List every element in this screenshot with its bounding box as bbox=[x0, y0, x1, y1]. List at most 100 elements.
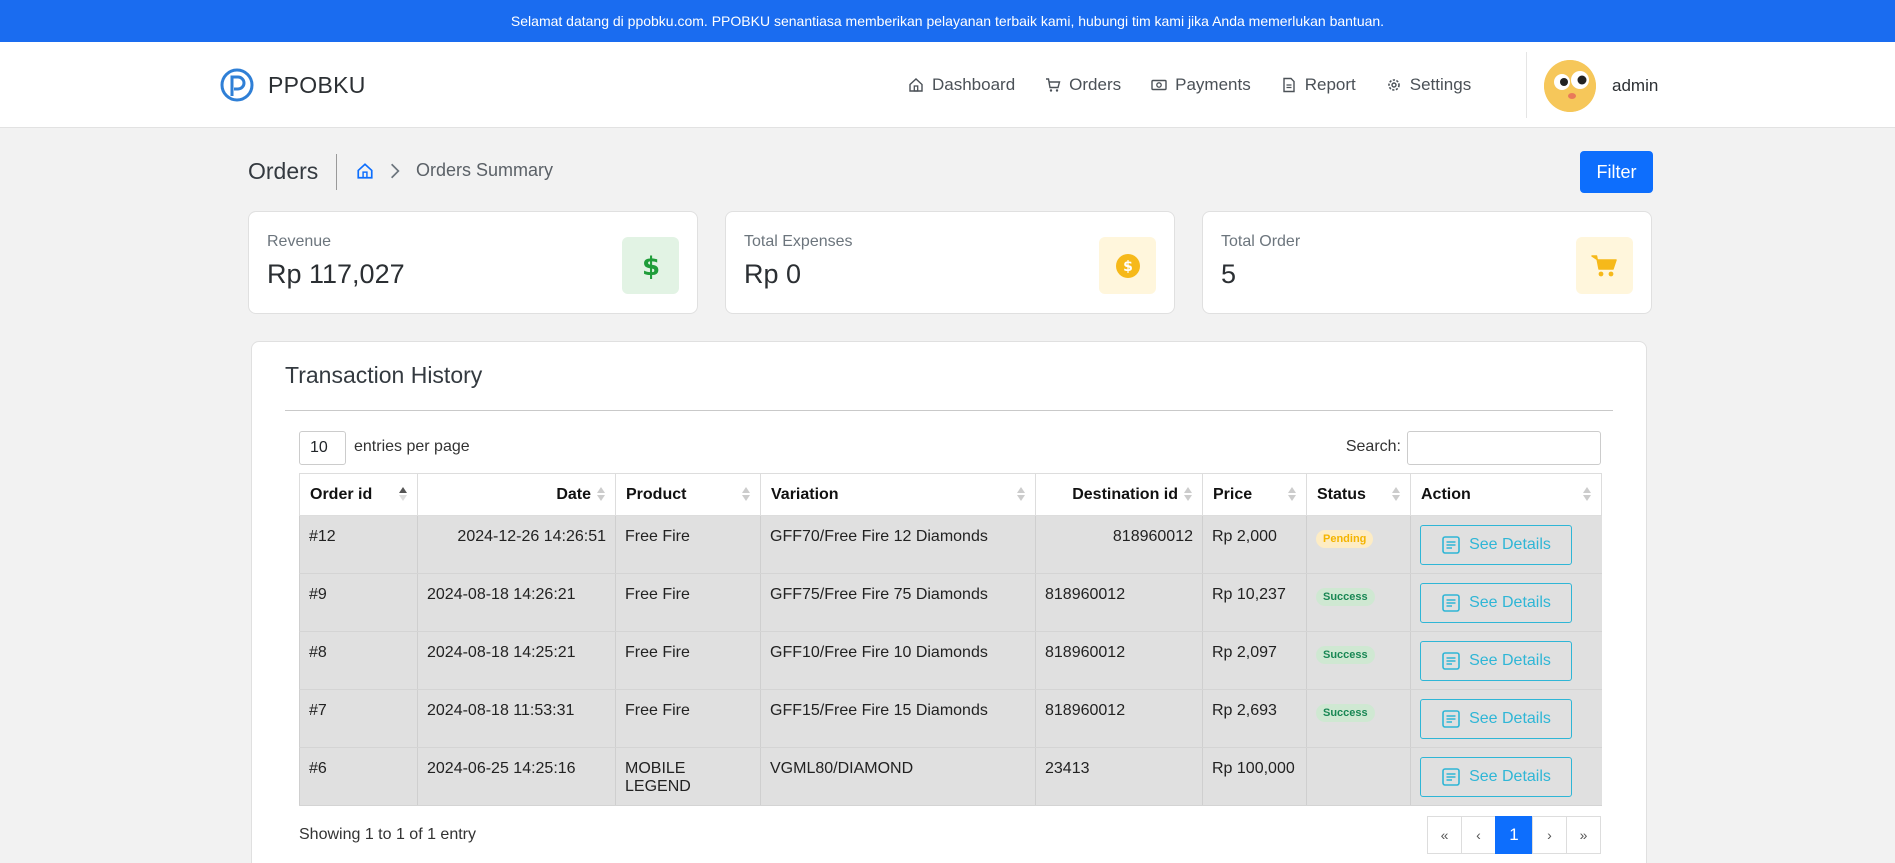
search-input[interactable] bbox=[1407, 431, 1601, 465]
col-action[interactable]: Action bbox=[1410, 473, 1602, 516]
cell-price: Rp 2,000 bbox=[1202, 515, 1307, 574]
navbar: PPOBKU Dashboard Orders Payments Report … bbox=[0, 42, 1895, 128]
cell-date: 2024-08-18 14:26:21 bbox=[417, 573, 616, 632]
status-badge: Pending bbox=[1316, 530, 1374, 548]
cell-product: Free Fire bbox=[615, 573, 761, 632]
cell-order-id: #7 bbox=[299, 689, 418, 748]
svg-text:$: $ bbox=[1123, 259, 1133, 275]
col-status[interactable]: Status bbox=[1306, 473, 1411, 516]
stat-card-expenses: Total Expenses Rp 0 $ bbox=[725, 211, 1175, 314]
cell-date: 2024-12-26 14:26:51 bbox=[417, 515, 616, 574]
cash-icon bbox=[1151, 79, 1167, 91]
nav-payments[interactable]: Payments bbox=[1151, 75, 1251, 95]
stat-value: Rp 0 bbox=[744, 259, 802, 289]
cell-order-id: #9 bbox=[299, 573, 418, 632]
stat-label: Total Expenses bbox=[744, 233, 853, 250]
see-details-button[interactable]: See Details bbox=[1420, 583, 1572, 623]
table-header-row: Order id Date Product Variation Destinat… bbox=[299, 473, 1602, 516]
nav-settings-label: Settings bbox=[1409, 75, 1472, 94]
transactions-table: Order id Date Product Variation Destinat… bbox=[299, 473, 1602, 806]
cell-date: 2024-08-18 11:53:31 bbox=[417, 689, 616, 748]
see-details-button[interactable]: See Details bbox=[1420, 757, 1572, 797]
see-details-button[interactable]: See Details bbox=[1420, 641, 1572, 681]
see-details-button[interactable]: See Details bbox=[1420, 699, 1572, 739]
transaction-history-card: Transaction History 10 entries per page … bbox=[251, 341, 1647, 863]
user-menu[interactable]: admin bbox=[1544, 60, 1658, 112]
col-price[interactable]: Price bbox=[1202, 473, 1307, 516]
cell-product: Free Fire bbox=[615, 689, 761, 748]
cell-action: See Details bbox=[1410, 573, 1602, 632]
page-last-button[interactable]: » bbox=[1566, 816, 1601, 854]
sort-icon bbox=[1288, 487, 1296, 501]
col-product[interactable]: Product bbox=[615, 473, 761, 516]
avatar-face-icon bbox=[1544, 60, 1596, 112]
col-order-id[interactable]: Order id bbox=[299, 473, 418, 516]
details-icon bbox=[1442, 536, 1460, 554]
cell-destination-id: 23413 bbox=[1035, 747, 1203, 806]
see-details-button[interactable]: See Details bbox=[1420, 525, 1572, 565]
stat-value: Rp 117,027 bbox=[267, 259, 405, 289]
entries-per-page-select[interactable]: 10 bbox=[299, 431, 346, 465]
stat-label: Revenue bbox=[267, 233, 332, 250]
nav-dashboard[interactable]: Dashboard bbox=[908, 75, 1015, 95]
showing-entries-text: Showing 1 to 1 of 1 entry bbox=[299, 826, 476, 843]
brand[interactable]: PPOBKU bbox=[220, 66, 366, 104]
cell-action: See Details bbox=[1410, 515, 1602, 574]
cart-icon bbox=[1576, 237, 1633, 294]
nav-orders[interactable]: Orders bbox=[1045, 75, 1121, 95]
details-icon bbox=[1442, 768, 1460, 786]
sort-icon bbox=[1583, 487, 1591, 501]
cell-variation: GFF15/Free Fire 15 Diamonds bbox=[760, 689, 1036, 748]
entries-label: entries per page bbox=[354, 438, 470, 455]
chevron-right-icon bbox=[391, 163, 400, 178]
title-divider bbox=[336, 154, 337, 190]
col-variation[interactable]: Variation bbox=[760, 473, 1036, 516]
table-row: #7 2024-08-18 11:53:31 Free Fire GFF15/F… bbox=[299, 689, 1602, 748]
sort-icon bbox=[1392, 487, 1400, 501]
stat-card-total-order: Total Order 5 bbox=[1202, 211, 1652, 314]
cell-order-id: #12 bbox=[299, 515, 418, 574]
col-date[interactable]: Date bbox=[417, 473, 616, 516]
cell-order-id: #6 bbox=[299, 747, 418, 806]
cell-action: See Details bbox=[1410, 689, 1602, 748]
cell-price: Rp 2,097 bbox=[1202, 631, 1307, 690]
nav-payments-label: Payments bbox=[1175, 75, 1251, 94]
table-controls: 10 entries per page Search: bbox=[299, 430, 1601, 466]
breadcrumb: Orders Summary bbox=[356, 160, 553, 181]
cell-date: 2024-08-18 14:25:21 bbox=[417, 631, 616, 690]
page-header: Orders Orders Summary Filter bbox=[248, 150, 1653, 194]
status-badge: Success bbox=[1316, 646, 1375, 664]
nav-divider bbox=[1526, 52, 1527, 118]
table-row: #9 2024-08-18 14:26:21 Free Fire GFF75/F… bbox=[299, 573, 1602, 632]
dollar-icon: $ bbox=[622, 237, 679, 294]
cell-status bbox=[1306, 747, 1411, 806]
cell-destination-id: 818960012 bbox=[1035, 515, 1203, 574]
page-next-button[interactable]: › bbox=[1532, 816, 1567, 854]
col-destination-id[interactable]: Destination id bbox=[1035, 473, 1203, 516]
cell-action: See Details bbox=[1410, 631, 1602, 690]
details-icon bbox=[1442, 652, 1460, 670]
cell-variation: GFF75/Free Fire 75 Diamonds bbox=[760, 573, 1036, 632]
main-nav: Dashboard Orders Payments Report Setting… bbox=[908, 42, 1471, 128]
details-icon bbox=[1442, 710, 1460, 728]
sort-icon bbox=[597, 487, 605, 501]
sort-asc-icon bbox=[399, 487, 407, 501]
table-row: #6 2024-06-25 14:25:16 MOBILE LEGEND VGM… bbox=[299, 747, 1602, 806]
page-prev-button[interactable]: ‹ bbox=[1461, 816, 1496, 854]
card-title: Transaction History bbox=[285, 362, 483, 388]
cell-order-id: #8 bbox=[299, 631, 418, 690]
cart-icon bbox=[1046, 78, 1061, 92]
gear-icon bbox=[1387, 79, 1400, 91]
home-icon[interactable] bbox=[356, 162, 374, 180]
filter-button[interactable]: Filter bbox=[1580, 151, 1653, 193]
cell-variation: GFF70/Free Fire 12 Diamonds bbox=[760, 515, 1036, 574]
brand-name: PPOBKU bbox=[268, 71, 366, 98]
page-first-button[interactable]: « bbox=[1427, 816, 1462, 854]
status-badge: Success bbox=[1316, 704, 1375, 722]
cell-price: Rp 100,000 bbox=[1202, 747, 1307, 806]
nav-report-label: Report bbox=[1304, 75, 1356, 94]
cell-destination-id: 818960012 bbox=[1035, 631, 1203, 690]
page-1-button[interactable]: 1 bbox=[1495, 816, 1533, 854]
nav-settings[interactable]: Settings bbox=[1386, 75, 1471, 95]
nav-report[interactable]: Report bbox=[1281, 75, 1356, 95]
